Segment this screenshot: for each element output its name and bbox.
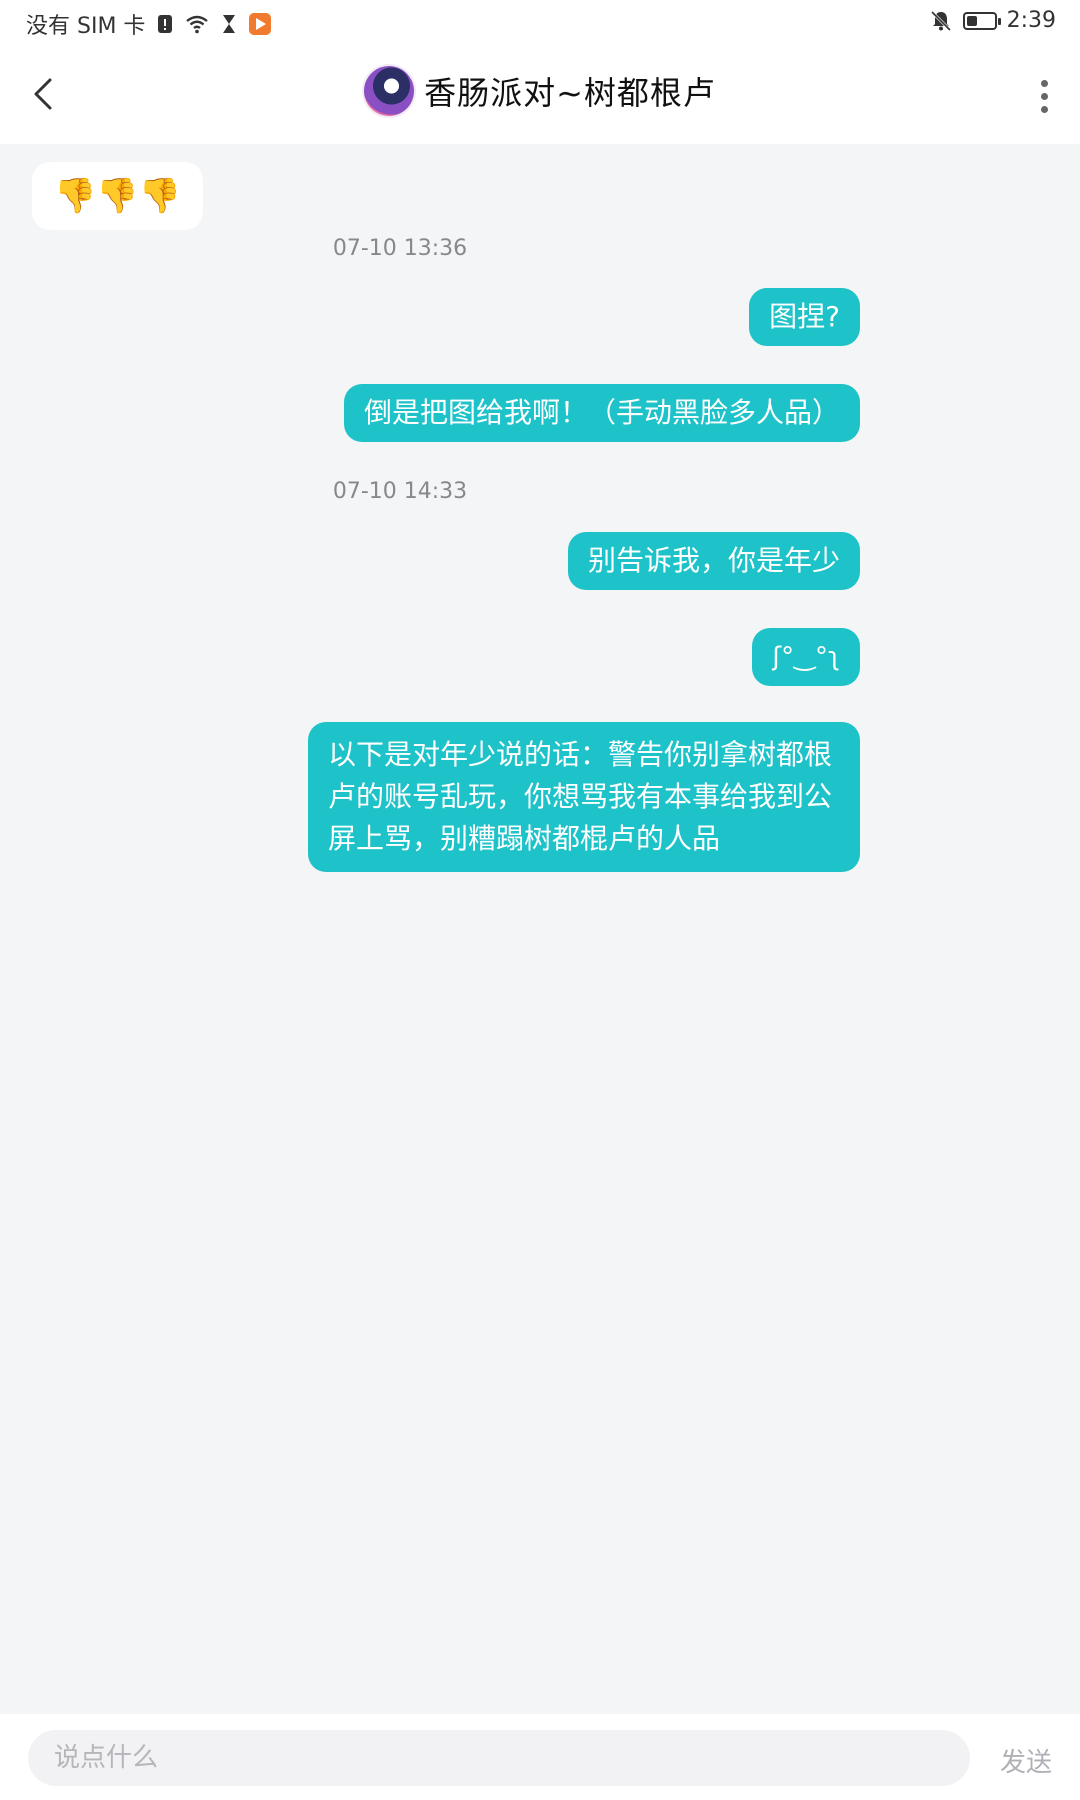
status-bar: 没有 SIM 卡 2:39	[0, 0, 1080, 46]
input-bar: 发送	[0, 1714, 1080, 1800]
status-right: 2:39	[929, 8, 1056, 33]
thumbs-down-emojis: 👎👎👎	[54, 176, 182, 216]
outgoing-message[interactable]: 倒是把图给我啊！（手动黑脸多人品）	[343, 384, 860, 442]
hourglass-icon	[223, 15, 236, 33]
title-group: 香肠派对~树都根卢	[0, 66, 1080, 116]
outgoing-message[interactable]: 图捏?	[749, 288, 860, 346]
status-left: 没有 SIM 卡	[26, 8, 272, 40]
timestamp: 07-10 13:36	[332, 236, 468, 261]
outgoing-message[interactable]: ʃ°‿°ʅ	[752, 628, 860, 686]
message-list[interactable]: 👎👎👎 07-10 13:36 图捏? 倒是把图给我啊！（手动黑脸多人品） 07…	[0, 144, 1080, 1714]
wifi-icon	[186, 15, 209, 34]
avatar[interactable]	[364, 66, 415, 116]
send-button[interactable]: 发送	[1000, 1742, 1052, 1779]
incoming-message[interactable]: 👎👎👎	[32, 162, 204, 230]
bell-off-icon	[930, 10, 951, 31]
outgoing-message[interactable]: 别告诉我，你是年少	[567, 532, 860, 590]
more-vertical-icon[interactable]	[1034, 74, 1054, 118]
video-app-icon	[249, 13, 272, 35]
battery-icon	[962, 11, 1001, 30]
outgoing-message[interactable]: 以下是对年少说的话：警告你别拿树都根卢的账号乱玩，你想骂我有本事给我到公屏上骂，…	[308, 722, 860, 872]
message-input[interactable]	[28, 1730, 970, 1786]
timestamp: 07-10 14:33	[332, 479, 468, 504]
page-title: 香肠派对~树都根卢	[424, 74, 716, 112]
battery-fill	[966, 15, 977, 26]
carrier-text: 没有 SIM 卡	[26, 14, 146, 39]
more-dot	[1040, 106, 1048, 113]
more-dot	[1040, 93, 1048, 100]
sim-alert-icon	[158, 15, 173, 33]
more-dot	[1040, 80, 1048, 87]
chat-header: 香肠派对~树都根卢	[0, 46, 1080, 144]
clock-time: 2:39	[1006, 8, 1056, 33]
